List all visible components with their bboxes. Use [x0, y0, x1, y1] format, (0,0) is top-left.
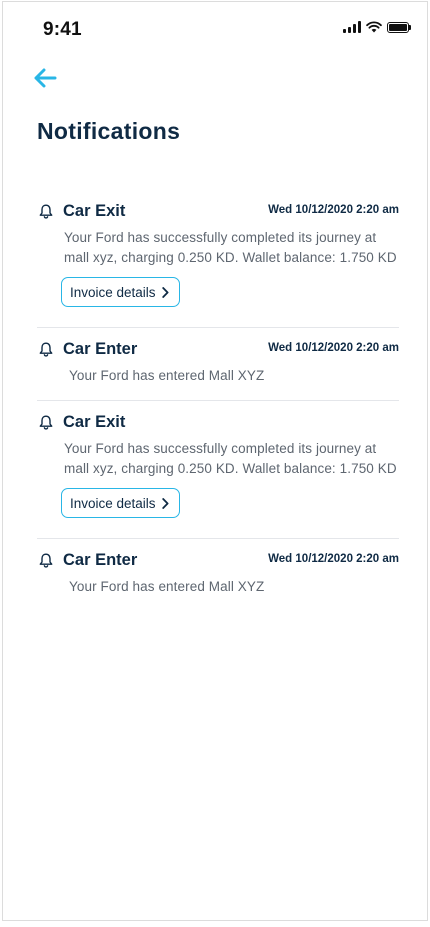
notification-item: Car Exit Your Ford has successfully comp…: [37, 401, 399, 539]
invoice-details-label: Invoice details: [70, 495, 156, 511]
notification-time: Wed 10/12/2020 2:20 am: [268, 342, 399, 354]
notification-message: Your Ford has successfully completed its…: [64, 441, 397, 476]
back-button[interactable]: [29, 62, 61, 94]
notification-item: Car Enter Wed 10/12/2020 2:20 am Your Fo…: [37, 539, 399, 611]
chevron-right-icon: [161, 286, 169, 298]
notification-title: Car Exit: [63, 412, 126, 431]
invoice-details-button[interactable]: Invoice details: [61, 277, 180, 307]
notification-message: Your Ford has successfully completed its…: [64, 230, 397, 265]
notification-message: Your Ford has entered Mall XYZ: [69, 579, 265, 594]
notification-item: Car Exit Wed 10/12/2020 2:20 am Your For…: [37, 190, 399, 328]
status-icons: [343, 21, 411, 33]
bell-icon: [37, 340, 55, 358]
phone-screen: 9:41 Notifications Car Exit Wed 10/12/20…: [2, 1, 428, 921]
status-time: 9:41: [43, 19, 82, 40]
notification-message: Your Ford has entered Mall XYZ: [69, 368, 265, 383]
wifi-icon: [366, 21, 382, 33]
status-bar: 9:41: [3, 2, 427, 52]
notification-time: Wed 10/12/2020 2:20 am: [268, 204, 399, 216]
battery-icon: [387, 21, 411, 33]
bell-icon: [37, 413, 55, 431]
cellular-signal-icon: [343, 21, 361, 33]
invoice-details-label: Invoice details: [70, 284, 156, 300]
invoice-details-button[interactable]: Invoice details: [61, 488, 180, 518]
arrow-left-icon: [34, 68, 57, 88]
bell-icon: [37, 551, 55, 569]
notification-title: Car Enter: [63, 550, 138, 569]
notification-list: Car Exit Wed 10/12/2020 2:20 am Your For…: [37, 190, 399, 611]
notification-title: Car Exit: [63, 201, 126, 220]
notification-time: Wed 10/12/2020 2:20 am: [268, 553, 399, 565]
bell-icon: [37, 202, 55, 220]
page-title: Notifications: [37, 118, 181, 144]
chevron-right-icon: [161, 497, 169, 509]
notification-item: Car Enter Wed 10/12/2020 2:20 am Your Fo…: [37, 328, 399, 401]
notification-title: Car Enter: [63, 339, 138, 358]
